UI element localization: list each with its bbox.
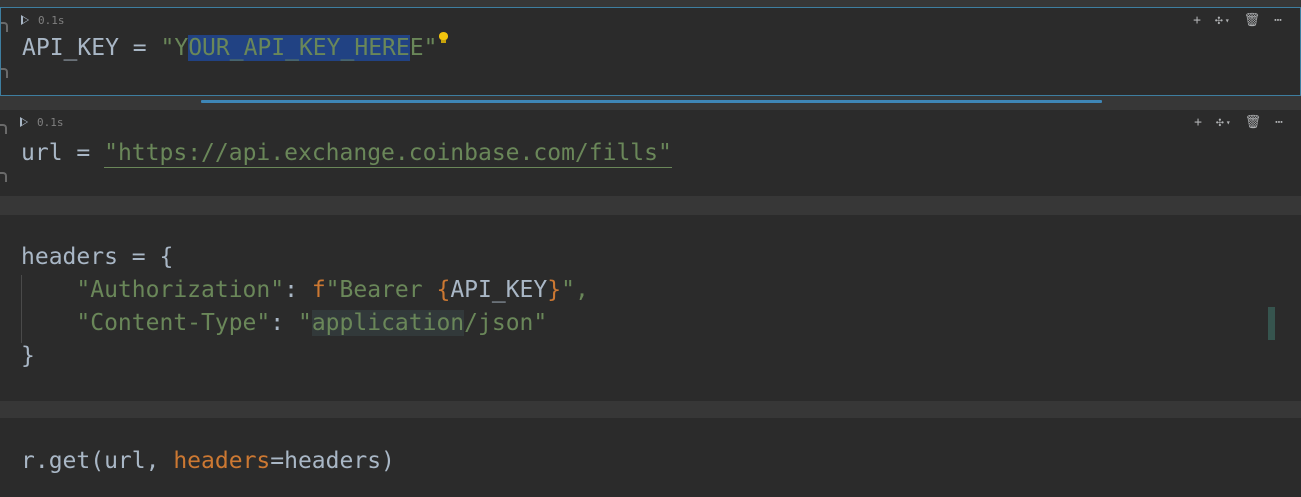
code-cell-2[interactable]: 0.1s + ✣ ▾ 🗑 ⋯ url = "https://api.exchang… [0,110,1301,196]
execution-time: 0.1s [38,13,65,27]
trash-icon[interactable]: 🗑 [1244,12,1261,28]
word-highlight: application [311,310,465,336]
code-editor[interactable]: r.get(url, headers=headers) [21,445,395,478]
scroll-marker [1268,307,1275,340]
execution-time: 0.1s [37,115,64,129]
trash-icon[interactable]: 🗑 [1245,114,1262,130]
fold-marker [0,172,7,182]
plus-icon[interactable]: + [1194,114,1202,130]
code-editor[interactable]: headers = { "Authorization": f"Bearer {A… [21,241,589,373]
run-icon[interactable] [20,117,28,127]
url-string: https://api.exchange.coinbase.com/fills [117,140,658,166]
plus-icon[interactable]: + [1193,12,1201,28]
run-row: 0.1s [20,115,64,129]
cell-toolbar: + ✣ ▾ 🗑 ⋯ [1193,12,1282,28]
code-cell-1[interactable]: 0.1s + ✣ ▾ 🗑 ⋯ API_KEY = "YOUR_API_KEY_HE… [0,7,1301,96]
code-cell-3[interactable]: headers = { "Authorization": f"Bearer {A… [0,215,1301,401]
run-row: 0.1s [21,13,65,27]
more-icon[interactable]: ⋯ [1274,12,1282,28]
code-editor[interactable]: API_KEY = "YOUR_API_KEY_HEREE" [22,32,449,65]
run-icon[interactable] [21,15,29,25]
cell-toolbar: + ✣ ▾ 🗑 ⋯ [1194,114,1283,130]
cell-divider-indicator [201,100,1102,103]
gear-icon[interactable]: ✣ ▾ [1215,12,1230,28]
fold-marker [0,124,7,134]
text-selection: OUR_API_KEY_HERE [188,35,410,61]
fold-marker [1,22,8,32]
fold-marker [1,68,8,78]
code-cell-4[interactable]: r.get(url, headers=headers) [0,418,1301,497]
more-icon[interactable]: ⋯ [1275,114,1283,130]
lightbulb-icon[interactable] [439,32,449,43]
code-editor[interactable]: url = "https://api.exchange.coinbase.com… [21,137,672,170]
gear-icon[interactable]: ✣ ▾ [1216,114,1231,130]
